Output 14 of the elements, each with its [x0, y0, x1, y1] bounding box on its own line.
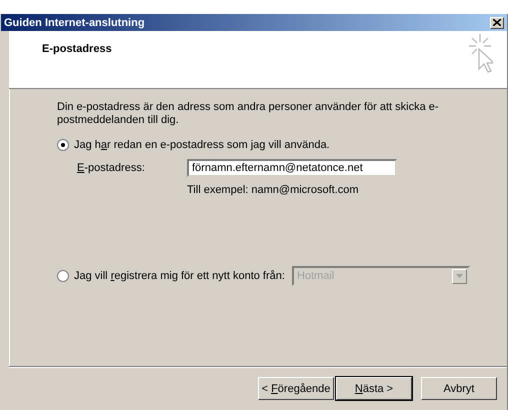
email-field[interactable]: förnamn.efternamn@netatonce.net: [187, 159, 397, 177]
wizard-button[interactable]: < Föregående: [258, 377, 334, 400]
example-hint: Till exempel: namn@microsoft.com: [187, 184, 360, 196]
option-label[interactable]: Jag har redan en e-postadress som jag vill använda.: [74, 139, 330, 151]
page-heading: E-postadress: [42, 43, 112, 57]
wizard-button[interactable]: Avbryt: [421, 377, 497, 400]
close-button[interactable]: [490, 16, 504, 28]
radio-button[interactable]: [57, 139, 69, 151]
dropdown-arrow-icon: [456, 274, 463, 278]
intro-text: Din e-postadress är den adress som andra personer använder för att skicka e-postmeddelanden till dig.: [57, 101, 440, 127]
close-icon: [493, 19, 501, 26]
window-title: Guiden Internet-anslutning: [4, 16, 145, 28]
wizard-button[interactable]: Nästa >: [336, 377, 412, 400]
field-label: E-postadress:: [77, 162, 146, 174]
